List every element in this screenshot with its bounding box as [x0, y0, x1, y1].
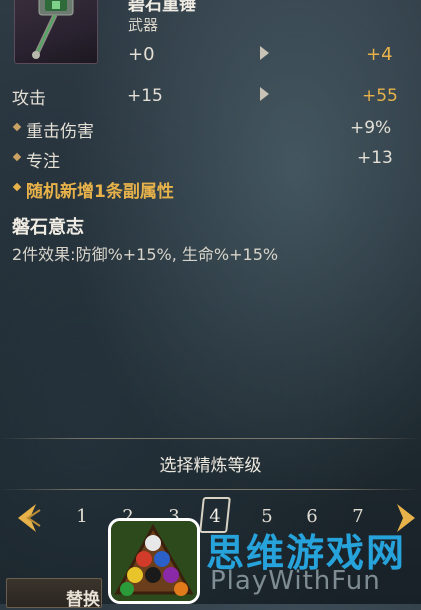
item-icon-frame [14, 0, 98, 64]
bullet-diamond-icon [12, 122, 22, 132]
chevron-left-icon[interactable] [10, 500, 44, 536]
sub-stat-label-crit-damage: 重击伤害 [26, 122, 94, 142]
set-name: 磐石意志 [12, 217, 84, 238]
refine-level-1[interactable]: 1 [67, 500, 97, 534]
arrow-right-icon [260, 46, 269, 60]
set-effect: 2件效果:防御%+15%, 生命%+15% [12, 245, 279, 264]
stat-next-attack: +55 [362, 86, 398, 106]
upgrade-current: +0 [128, 44, 155, 65]
stat-label-attack: 攻击 [12, 89, 46, 109]
divider [0, 438, 421, 439]
item-name: 碧石重锤 [128, 0, 196, 15]
refine-title: 选择精炼等级 [159, 456, 262, 476]
bullet-diamond-icon [12, 182, 22, 192]
sub-stat-value-focus: +13 [357, 148, 393, 168]
upgrade-next: +4 [366, 44, 393, 65]
hammer-icon [32, 0, 74, 59]
sub-stat-value-crit-damage: +9% [350, 118, 392, 138]
random-substat-note: 随机新增1条副属性 [26, 182, 174, 202]
divider [0, 489, 421, 490]
watermark-logo [108, 518, 200, 604]
stat-current-attack: +15 [127, 86, 163, 106]
billiards-logo-icon [111, 521, 197, 601]
replace-button-label: 替换 [66, 590, 100, 610]
sub-stat-label-focus: 专注 [26, 152, 60, 172]
arrow-right-icon [260, 87, 269, 101]
item-type: 武器 [128, 16, 159, 34]
watermark-subtitle: PlayWithFun [210, 566, 381, 596]
bullet-diamond-icon [12, 152, 22, 162]
